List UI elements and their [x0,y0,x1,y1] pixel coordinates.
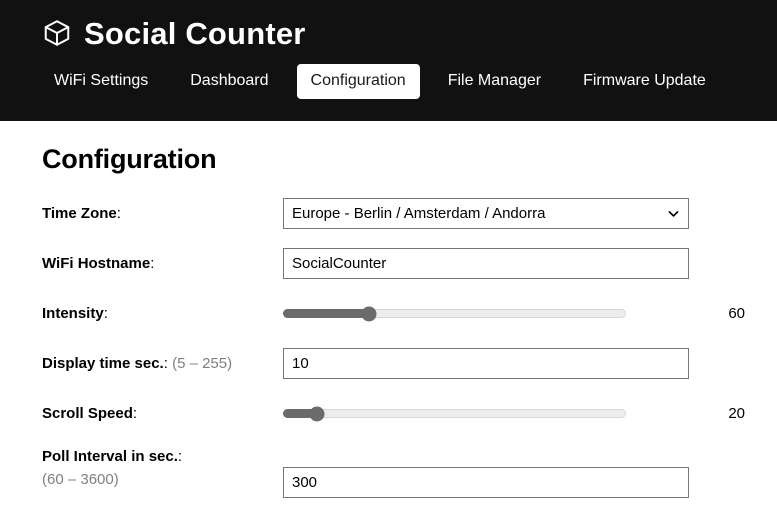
tab-label: File Manager [447,72,542,89]
scroll-speed-field [283,398,689,429]
cube-icon [42,18,72,48]
label-text: Intensity [42,304,104,322]
timezone-select[interactable]: Europe - Berlin / Amsterdam / Andorra [283,198,689,230]
page-title: Configuration [42,144,217,174]
hostname-input[interactable] [283,248,689,280]
tab-wifi-settings[interactable]: WiFi Settings [40,64,162,99]
tab-dashboard[interactable]: Dashboard [176,64,282,99]
tab-label: Firmware Update [583,72,706,89]
scroll-speed-slider[interactable] [283,406,626,422]
poll-interval-input[interactable] [283,466,689,498]
label-colon: : [150,254,155,272]
label-text: Display time sec. [42,354,164,372]
form-row-intensity: Intensity: 60 [42,297,777,331]
display-time-field [283,348,689,380]
label-colon: : [103,304,108,322]
tab-firmware-update[interactable]: Firmware Update [569,64,720,99]
label-colon: : [177,447,183,465]
display-time-range-hint: (5 – 255) [172,354,233,372]
poll-interval-field [283,447,689,498]
intensity-value: 60 [728,305,745,323]
label-text: WiFi Hostname [42,254,151,272]
scroll-speed-value: 20 [728,405,745,423]
slider-thumb[interactable] [309,406,325,422]
app-header: Social Counter WiFi Settings Dashboard C… [0,0,777,121]
nav-tabs: WiFi Settings Dashboard Configuration Fi… [0,64,777,99]
timezone-select-wrap: Europe - Berlin / Amsterdam / Andorra [283,198,689,230]
intensity-slider[interactable] [283,306,626,322]
poll-interval-label: Poll Interval in sec.: (60 – 3600) [42,447,283,491]
slider-track [283,409,626,419]
label-text: Time Zone [42,204,117,222]
app-title: Social Counter [84,15,306,51]
form-row-poll-interval: Poll Interval in sec.: (60 – 3600) [42,447,777,498]
form-row-display-time: Display time sec.: (5 – 255) [42,347,777,381]
display-time-label: Display time sec.: (5 – 255) [42,354,283,374]
tab-file-manager[interactable]: File Manager [434,64,555,99]
timezone-field: Europe - Berlin / Amsterdam / Andorra [283,198,689,230]
label-colon: : [132,404,138,422]
tab-label: Configuration [310,72,406,89]
tab-configuration[interactable]: Configuration [296,64,420,99]
scroll-speed-label: Scroll Speed: [42,404,283,424]
hostname-label: WiFi Hostname: [42,254,283,274]
main-content: Configuration Time Zone: Europe - Berlin… [0,144,777,498]
hostname-field [283,248,689,280]
timezone-label: Time Zone: [42,204,283,224]
intensity-slider-wrap [283,298,689,329]
tab-label: WiFi Settings [54,72,149,89]
scroll-speed-slider-wrap [283,398,689,429]
slider-fill [283,309,369,319]
slider-thumb[interactable] [361,306,377,322]
form-row-scroll-speed: Scroll Speed: 20 [42,397,777,431]
poll-interval-range-hint: (60 – 3600) [42,470,119,488]
label-colon: : [163,354,168,372]
form-row-timezone: Time Zone: Europe - Berlin / Amsterdam /… [42,197,777,231]
label-colon: : [116,204,121,222]
label-text: Poll Interval in sec. [42,447,178,465]
intensity-field [283,298,689,329]
display-time-input[interactable] [283,348,689,380]
form-row-hostname: WiFi Hostname: [42,247,777,281]
brand: Social Counter [0,0,777,50]
label-text: Scroll Speed [42,404,133,422]
tab-label: Dashboard [190,72,269,89]
configuration-form: Time Zone: Europe - Berlin / Amsterdam /… [42,197,777,498]
intensity-label: Intensity: [42,304,283,324]
